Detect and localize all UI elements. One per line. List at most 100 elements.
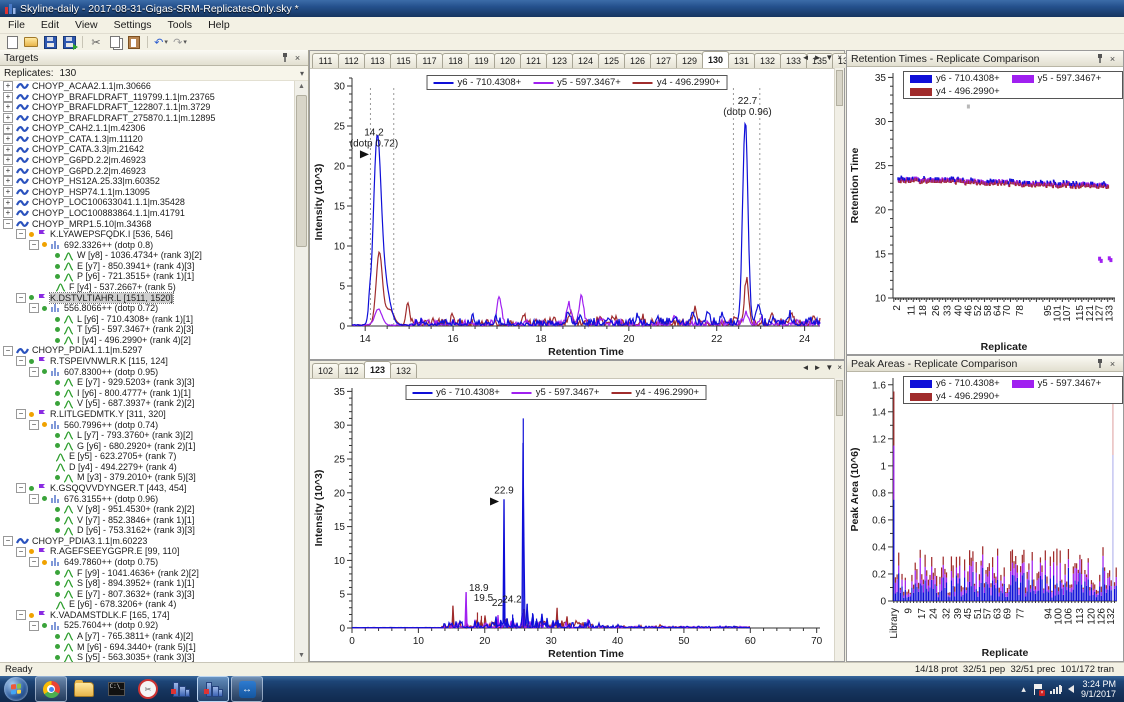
replicate-tab-125[interactable]: 125 xyxy=(598,53,625,68)
scroll-up-icon[interactable]: ▲ xyxy=(295,81,308,93)
precursor-row[interactable]: − 556.8066++ (dotp 0.72) xyxy=(0,303,295,314)
collapse-icon[interactable]: − xyxy=(16,292,26,303)
collapse-icon[interactable]: − xyxy=(29,419,39,430)
replicate-tab-123[interactable]: 123 xyxy=(546,53,573,68)
transition-row[interactable]: D [y6] - 753.3162+ (rank 3)[3] xyxy=(0,525,295,536)
tab-close-icon[interactable]: × xyxy=(837,53,842,62)
close-icon[interactable]: × xyxy=(1106,53,1119,65)
save-button[interactable] xyxy=(42,35,58,49)
scroll-down-icon[interactable]: ▼ xyxy=(295,650,308,662)
tab-menu-icon[interactable]: ▼ xyxy=(825,363,833,372)
collapse-icon[interactable]: − xyxy=(29,303,39,314)
expand-icon[interactable]: + xyxy=(3,134,13,145)
precursor-row[interactable]: − 560.7996++ (dotp 0.74) xyxy=(0,420,295,431)
protein-row[interactable]: + CHOYP_CAH2.1.1|m.42306 xyxy=(0,123,295,134)
protein-row[interactable]: + CHOYP_LOC100883864.1.1|m.41791 xyxy=(0,208,295,219)
replicate-tab-111[interactable]: 111 xyxy=(312,53,339,68)
collapse-icon[interactable]: − xyxy=(3,218,13,229)
share-button[interactable] xyxy=(61,35,78,50)
pin-icon[interactable] xyxy=(278,52,291,64)
replicates-selector[interactable]: Replicates: 130 ▾ xyxy=(0,66,308,81)
replicate-tab-119[interactable]: 119 xyxy=(468,53,495,68)
transition-row[interactable]: T [y5] - 597.3467+ (rank 2)[3] xyxy=(0,324,295,335)
menu-item-edit[interactable]: Edit xyxy=(33,18,67,32)
pane-scrollbar[interactable] xyxy=(834,378,844,661)
new-button[interactable] xyxy=(4,35,20,49)
paste-button[interactable] xyxy=(126,35,142,49)
close-icon[interactable]: × xyxy=(1106,358,1119,370)
pane-scrollbar[interactable] xyxy=(834,68,844,359)
transition-row[interactable]: E [y7] - 850.3941+ (rank 4)[3] xyxy=(0,261,295,272)
collapse-icon[interactable]: − xyxy=(16,409,26,420)
transition-row[interactable]: V [y7] - 852.3846+ (rank 1)[1] xyxy=(0,515,295,526)
expand-icon[interactable]: + xyxy=(3,197,13,208)
tab-close-icon[interactable]: × xyxy=(837,363,842,372)
collapse-icon[interactable]: − xyxy=(16,546,26,557)
targets-tree[interactable]: + CHOYP_ACAA2.1.1|m.30666 + CHOYP_BRAFLDRAF… xyxy=(0,81,295,662)
peptide-row[interactable]: − K.DSTVLTIAHR.L [1511, 1520] xyxy=(0,291,295,305)
peptide-row[interactable]: − R.LITLGEDMTK.Y [311, 320] xyxy=(0,409,295,420)
cmd-icon[interactable]: C:\_ xyxy=(101,677,131,701)
replicate-tab-132[interactable]: 132 xyxy=(390,363,417,378)
copy-button[interactable] xyxy=(107,35,123,49)
clock[interactable]: 3:24 PM 9/1/2017 xyxy=(1081,679,1116,699)
transition-row[interactable]: I [y6] - 800.4777+ (rank 1)[1] xyxy=(0,388,295,399)
collapse-icon[interactable]: − xyxy=(16,610,26,621)
undo-button[interactable]: ↶ ▾ xyxy=(153,35,169,49)
collapse-icon[interactable]: − xyxy=(29,239,39,250)
transition-row[interactable]: A [y7] - 765.3811+ (rank 4)[2] xyxy=(0,631,295,642)
collapse-icon[interactable]: − xyxy=(29,366,39,377)
transition-row[interactable]: V [y5] - 687.3937+ (rank 2)[2] xyxy=(0,398,295,409)
replicate-tab-130[interactable]: 130 xyxy=(702,51,729,68)
menu-item-help[interactable]: Help xyxy=(200,18,238,32)
expand-icon[interactable]: + xyxy=(3,187,13,198)
transition-row[interactable]: G [y6] - 680.2920+ (rank 2)[1] xyxy=(0,441,295,452)
replicate-tab-113[interactable]: 113 xyxy=(364,53,391,68)
pin-icon[interactable] xyxy=(1093,53,1106,65)
skyline-active-icon[interactable] xyxy=(197,676,229,702)
transition-row[interactable]: P [y6] - 721.3515+ (rank 1)[1] xyxy=(0,271,295,282)
peptide-row[interactable]: − K.VADAMSTDLK.F [165, 174] xyxy=(0,610,295,621)
collapse-icon[interactable]: − xyxy=(29,557,39,568)
tab-menu-icon[interactable]: ▼ xyxy=(825,53,833,62)
chevron-down-icon[interactable]: ▾ xyxy=(300,69,304,78)
peptide-row[interactable]: − R.TSPEIVNWLR.K [115, 124] xyxy=(0,356,295,367)
replicate-tab-124[interactable]: 124 xyxy=(572,53,599,68)
replicate-tab-129[interactable]: 129 xyxy=(676,53,703,68)
protein-row[interactable]: + CHOYP_HS12A.25.33|m.60352 xyxy=(0,176,295,187)
collapse-icon[interactable]: − xyxy=(16,356,26,367)
collapse-icon[interactable]: − xyxy=(3,536,13,547)
protein-row[interactable]: + CHOYP_HSP74.1.1|m.13095 xyxy=(0,187,295,198)
transition-row[interactable]: M [y6] - 694.3440+ (rank 5)[1] xyxy=(0,642,295,653)
expand-icon[interactable]: + xyxy=(3,91,13,102)
transition-row[interactable]: F [y9] - 1041.4636+ (rank 2)[2] xyxy=(0,568,295,579)
protein-row[interactable]: + CHOYP_ACAA2.1.1|m.30666 xyxy=(0,81,295,92)
replicate-tab-102[interactable]: 102 xyxy=(312,363,339,378)
volume-icon[interactable] xyxy=(1058,685,1074,693)
skyline-icon[interactable] xyxy=(165,677,195,701)
tab-scroll-left-icon[interactable]: ◄ xyxy=(802,363,810,372)
replicate-tab-115[interactable]: 115 xyxy=(390,53,417,68)
protein-row[interactable]: + CHOYP_LOC100633041.1.1|m.35428 xyxy=(0,197,295,208)
screen-tool-icon[interactable]: ✂ xyxy=(133,677,163,701)
menu-item-file[interactable]: File xyxy=(0,18,33,32)
expand-icon[interactable]: + xyxy=(3,165,13,176)
transition-row[interactable]: S [y5] - 563.3035+ (rank 3)[3] xyxy=(0,652,295,662)
precursor-row[interactable]: − 607.8300++ (dotp 0.95) xyxy=(0,367,295,378)
protein-row[interactable]: + CHOYP_G6PD.2.2|m.46923 xyxy=(0,155,295,166)
targets-scrollbar[interactable]: ▲ ▼ xyxy=(294,81,308,662)
replicate-tab-120[interactable]: 120 xyxy=(494,53,521,68)
protein-row[interactable]: + CHOYP_CATA.3.3|m.21642 xyxy=(0,144,295,155)
expand-icon[interactable]: + xyxy=(3,208,13,219)
chromatogram-chart[interactable]: 0 5 10 15 20 25 30 14 16 18 20 22 24 14.2(dotp 0.72) 2… xyxy=(312,70,832,358)
collapse-icon[interactable]: − xyxy=(16,229,26,240)
precursor-row[interactable]: − 692.3326++ (dotp 0.8) xyxy=(0,240,295,251)
transition-row[interactable]: L [y6] - 710.4308+ (rank 1)[1] xyxy=(0,314,295,325)
protein-row[interactable]: + CHOYP_CATA.1.3|m.11120 xyxy=(0,134,295,145)
tray-expand-icon[interactable]: ▴ xyxy=(1021,684,1026,695)
cut-button[interactable]: ✂ xyxy=(88,35,104,49)
transition-row[interactable]: M [y3] - 379.2010+ (rank 5)[3] xyxy=(0,472,295,483)
expand-icon[interactable]: + xyxy=(3,155,13,166)
replicate-tab-132[interactable]: 132 xyxy=(754,53,781,68)
protein-row[interactable]: − CHOYP_MRP1.5.10|m.34368 xyxy=(0,219,295,230)
